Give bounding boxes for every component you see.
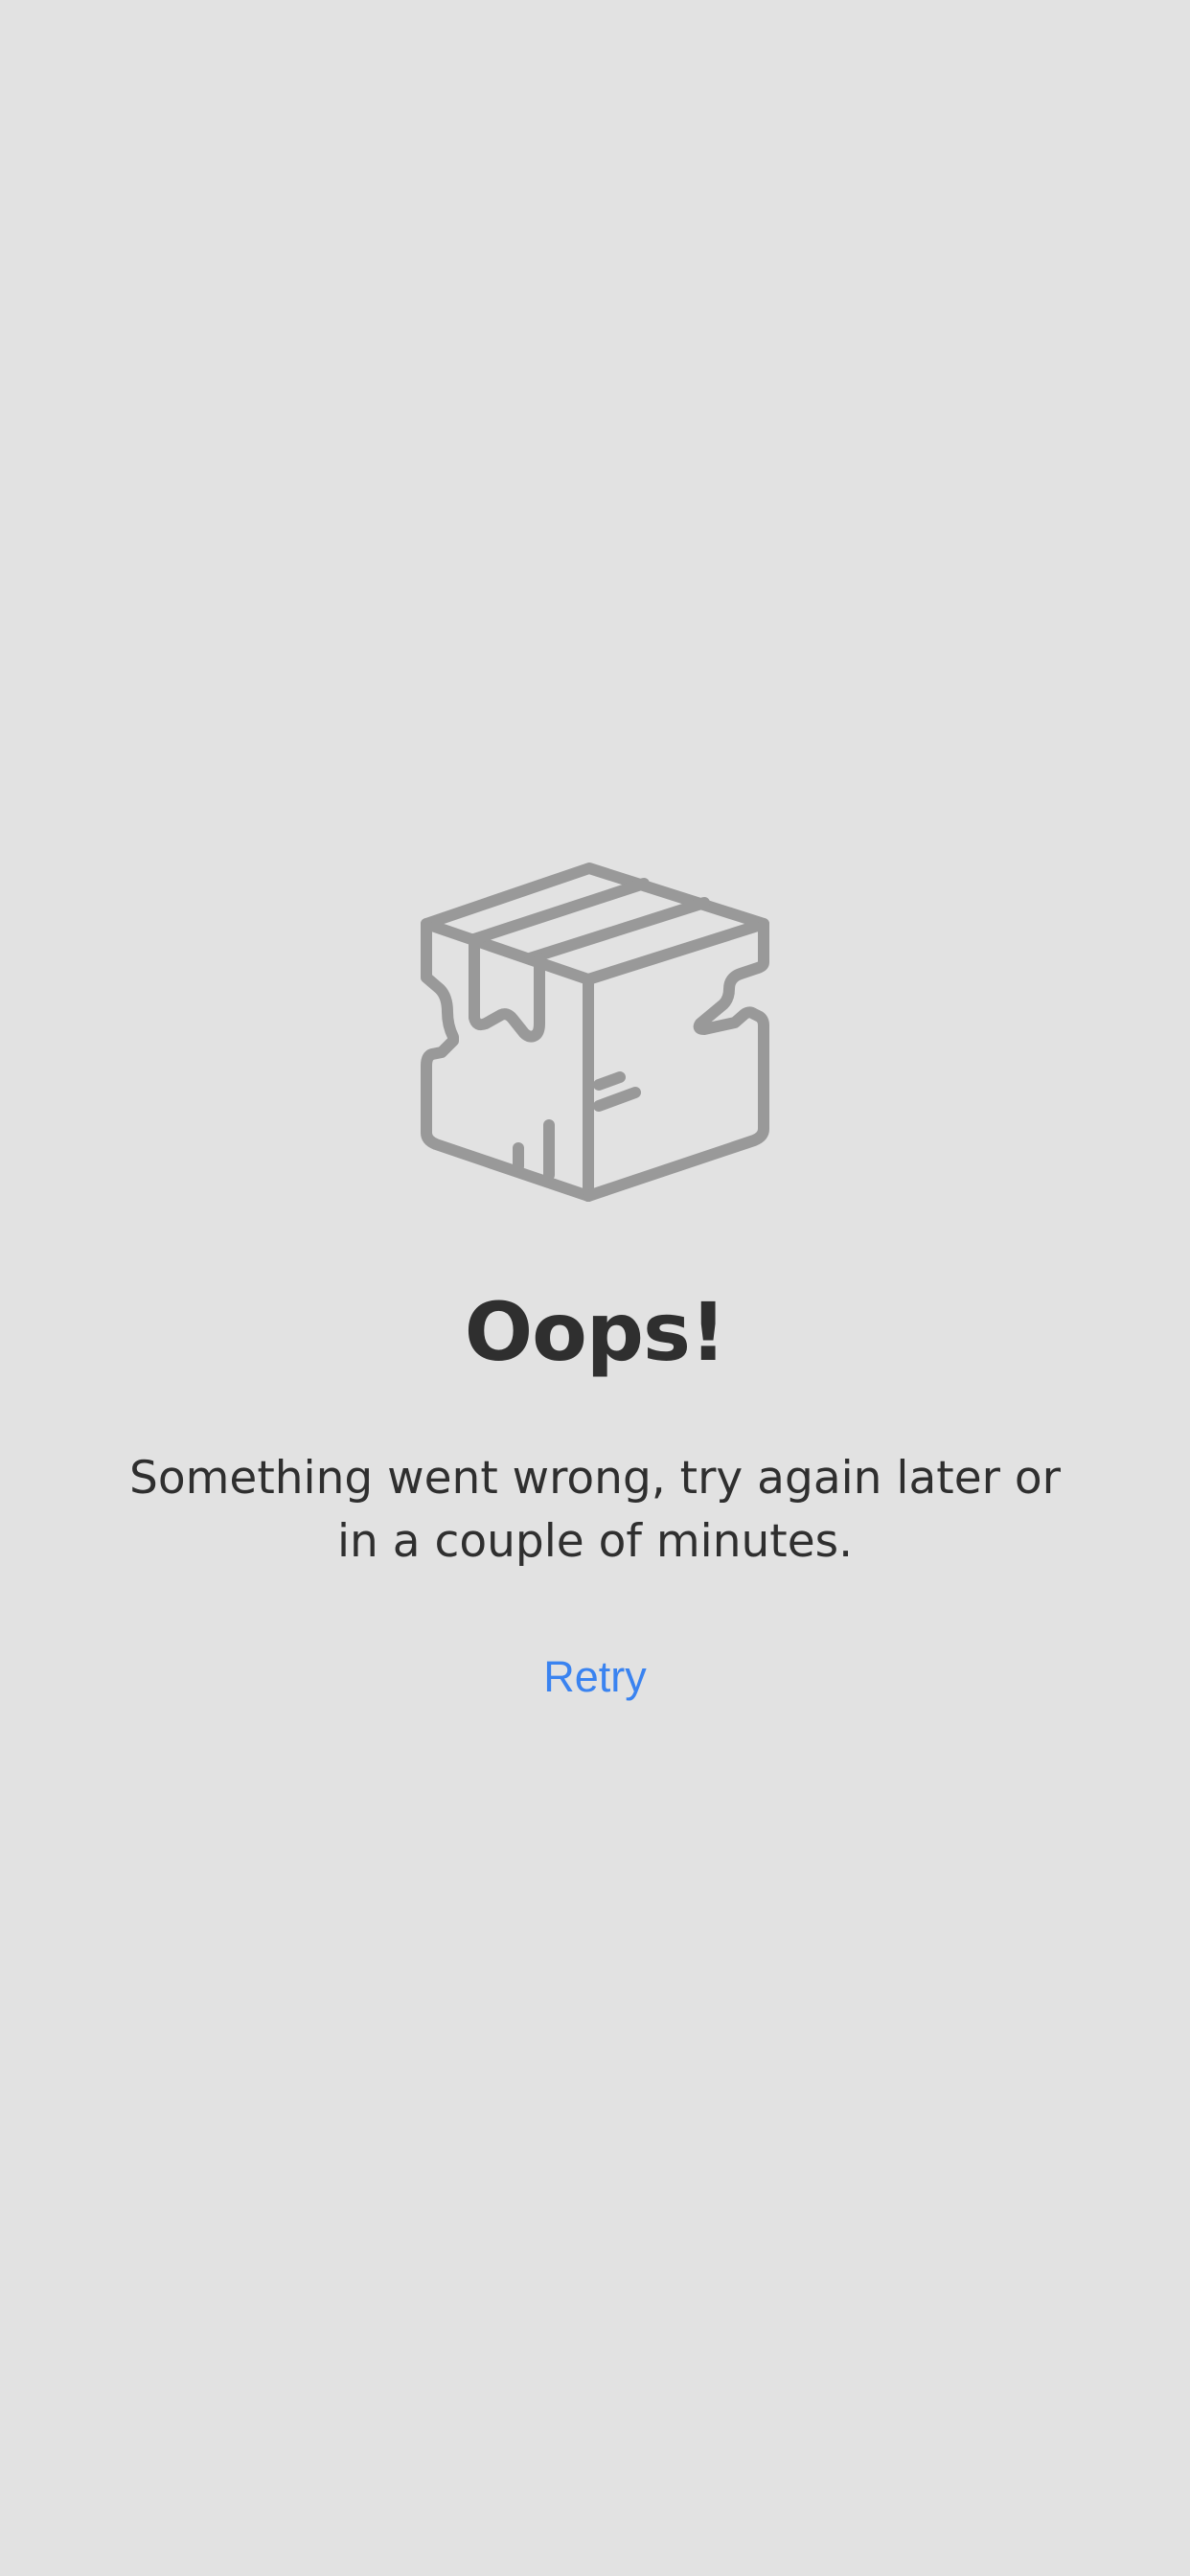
error-title: Oops! <box>464 1285 727 1379</box>
retry-button[interactable]: Retry <box>451 1641 739 1714</box>
broken-box-icon <box>419 855 771 1209</box>
error-screen: Oops! Something went wrong, try again la… <box>0 0 1190 2576</box>
error-message: Something went wrong, try again later or… <box>129 1452 1061 1568</box>
